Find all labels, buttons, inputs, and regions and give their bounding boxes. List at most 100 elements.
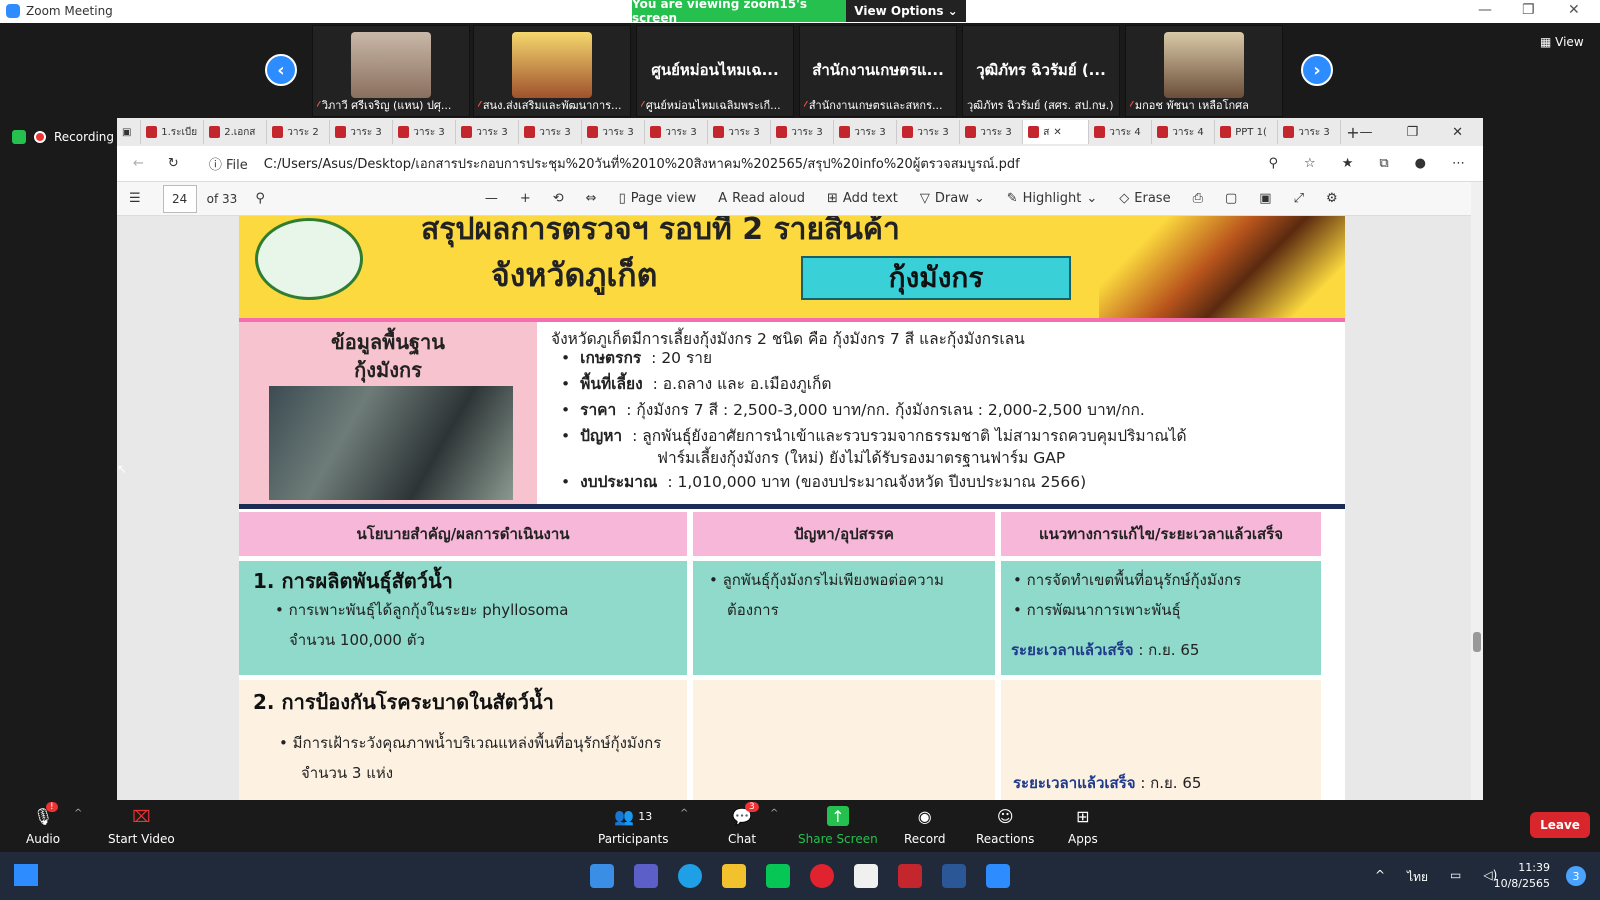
browser-tab[interactable]: วาระ 3 [771, 120, 835, 144]
draw-button[interactable]: ▽ Draw ⌄ [920, 191, 985, 206]
file-explorer-icon[interactable] [722, 864, 746, 888]
pdf-icon [524, 126, 536, 138]
opera-icon[interactable] [810, 864, 834, 888]
url-field[interactable]: C:/Users/Asus/Desktop/เอกสารประกอบการประ… [264, 153, 1020, 174]
search-icon[interactable]: ⚲ [255, 191, 265, 206]
teams-icon[interactable] [634, 864, 658, 888]
video-tile[interactable]: สำนักงานเกษตรแ... ⁄ สำนักงานเกษตรและสหกร..… [799, 25, 957, 117]
audio-button[interactable]: 🎙! Audio [26, 802, 60, 846]
contents-icon[interactable]: ☰ [129, 191, 141, 206]
reactions-button[interactable]: ☺ Reactions [976, 806, 1034, 847]
share-screen-button[interactable]: ↑ Share Screen [798, 806, 878, 846]
browser-tab[interactable]: วาระ 3 [393, 120, 457, 144]
video-tile[interactable]: ⁄ วิภาวี ศรีเจริญ (แหน) ปศุ... [312, 25, 470, 117]
record-button[interactable]: ◉ Record [904, 806, 945, 847]
browser-tab[interactable]: วาระ 3 [1278, 120, 1342, 144]
audio-options-chevron-icon[interactable]: ^ [74, 808, 82, 819]
sec2-policy-cell: 2. การป้องกันโรคระบาดในสัตว์น้ำ • มีการเ… [239, 680, 687, 800]
clock[interactable]: 11:39 10/8/2565 [1494, 860, 1550, 892]
minimize-icon[interactable]: — [1359, 125, 1372, 140]
browser-tab[interactable]: วาระ 3 [330, 120, 394, 144]
close-tab-icon[interactable]: ✕ [1053, 127, 1061, 138]
minimize-icon[interactable]: — [1478, 2, 1492, 18]
settings-icon[interactable]: ⚙ [1326, 191, 1338, 206]
browser-tab[interactable]: วาระ 3 [897, 120, 961, 144]
read-aloud-button[interactable]: A Read aloud [718, 191, 805, 206]
line-icon[interactable] [766, 864, 790, 888]
browser-tab[interactable]: วาระ 3 [582, 120, 646, 144]
windows-icon[interactable] [590, 864, 614, 888]
prev-page-icon[interactable]: ‹ [265, 54, 297, 86]
close-icon[interactable]: ✕ [1568, 2, 1580, 18]
tab-actions-icon[interactable]: ▣ [117, 120, 142, 144]
zoom-icon[interactable] [986, 864, 1010, 888]
leave-button[interactable]: Leave [1530, 812, 1590, 838]
browser-tab[interactable]: 1.ระเบีย [141, 120, 205, 144]
video-tile[interactable]: ⁄ สนง.ส่งเสริมและพัฒนาการ... [473, 25, 631, 117]
info-icon[interactable]: ⓘ File [209, 154, 248, 173]
chat-chevron-icon[interactable]: ^ [770, 808, 778, 819]
favorites-icon[interactable]: ★ [1342, 156, 1354, 171]
mic-muted-icon: ⁄ [317, 98, 319, 112]
new-tab-icon[interactable]: + [1341, 120, 1359, 144]
browser-tab[interactable]: วาระ 3 [456, 120, 520, 144]
participants-chevron-icon[interactable]: ^ [680, 808, 688, 819]
zoom-icon[interactable]: ⚲ [1269, 156, 1279, 171]
browser-tab[interactable]: วาระ 3 [645, 120, 709, 144]
tray-chevron-icon[interactable]: ^ [1375, 868, 1385, 887]
scrollbar-thumb[interactable] [1473, 632, 1481, 652]
apps-button[interactable]: ⊞ Apps [1068, 806, 1098, 847]
collections-icon[interactable]: ⧉ [1379, 156, 1388, 171]
edge-icon[interactable] [678, 864, 702, 888]
video-tile[interactable]: วุฒิภัทร ฉิวรัมย์ (... วุฒิภัทร ฉิวรัมย์ … [962, 25, 1120, 117]
browser-tab[interactable]: วาระ 3 [519, 120, 583, 144]
next-page-icon[interactable]: › [1301, 54, 1333, 86]
network-icon[interactable]: ▭ [1450, 868, 1461, 887]
chat-button[interactable]: 💬 3 Chat [728, 802, 759, 846]
browser-tab[interactable]: วาระ 4 [1089, 120, 1153, 144]
highlight-button[interactable]: ✎ Highlight ⌄ [1007, 191, 1098, 206]
browser-tab[interactable]: วาระ 2 [267, 120, 331, 144]
browser-tab[interactable]: วาระ 4 [1152, 120, 1216, 144]
word-icon[interactable] [942, 864, 966, 888]
view-button[interactable]: ▦ View [1540, 35, 1584, 49]
zoom-in-icon[interactable]: + [520, 191, 531, 206]
browser-tab[interactable]: 2.เอกส [204, 120, 268, 144]
browser-tab[interactable]: ส ✕ [1023, 120, 1090, 144]
save-icon[interactable]: ▢ [1225, 191, 1237, 206]
page-view-button[interactable]: ▯ Page view [619, 191, 697, 206]
browser-tab[interactable]: วาระ 3 [708, 120, 772, 144]
browser-tab[interactable]: วาระ 3 [960, 120, 1024, 144]
language-indicator[interactable]: ไทย [1407, 868, 1428, 887]
page-number-input[interactable]: 24 [162, 184, 197, 213]
scrollbar[interactable] [1471, 182, 1483, 800]
video-tile[interactable]: ศูนย์หม่อนไหมเฉ... ⁄ ศูนย์หม่อนไหมเฉลิมพระ… [636, 25, 794, 117]
view-options-button[interactable]: View Options ⌄ [846, 0, 966, 22]
erase-button[interactable]: ◇ Erase [1119, 191, 1170, 206]
favorite-icon[interactable]: ☆ [1304, 156, 1316, 171]
refresh-icon[interactable]: ↻ [168, 156, 179, 171]
browser-tab[interactable]: วาระ 3 [834, 120, 898, 144]
windows-start-icon[interactable] [14, 864, 38, 886]
recording-indicator[interactable]: Recording [12, 130, 114, 144]
start-video-button[interactable]: ⌧ Start Video [108, 806, 175, 847]
document-icon[interactable] [854, 864, 878, 888]
video-tile[interactable]: ⁄ มกอช พัชนา เหลือโกศล [1125, 25, 1283, 117]
participants-button[interactable]: 👥 13 Participants [598, 806, 669, 847]
rotate-icon[interactable]: ⟲ [553, 191, 564, 206]
maximize-icon[interactable]: ❐ [1406, 125, 1418, 140]
save-as-icon[interactable]: ▣ [1259, 191, 1271, 206]
close-icon[interactable]: ✕ [1452, 125, 1463, 140]
browser-tab[interactable]: PPT 1( [1215, 120, 1279, 144]
back-icon[interactable]: ← [133, 156, 144, 171]
maximize-icon[interactable]: ❐ [1522, 2, 1535, 18]
profile-icon[interactable]: ● [1415, 156, 1426, 171]
fullscreen-icon[interactable]: ⤢ [1294, 191, 1304, 206]
add-text-button[interactable]: ⊞ Add text [827, 191, 898, 206]
fit-icon[interactable]: ⇔ [586, 191, 597, 206]
notifications-badge[interactable]: 3 [1566, 866, 1586, 886]
zoom-out-icon[interactable]: — [485, 191, 498, 206]
more-icon[interactable]: ⋯ [1452, 156, 1465, 171]
acrobat-icon[interactable] [898, 864, 922, 888]
print-icon[interactable]: ⎙ [1193, 191, 1203, 206]
